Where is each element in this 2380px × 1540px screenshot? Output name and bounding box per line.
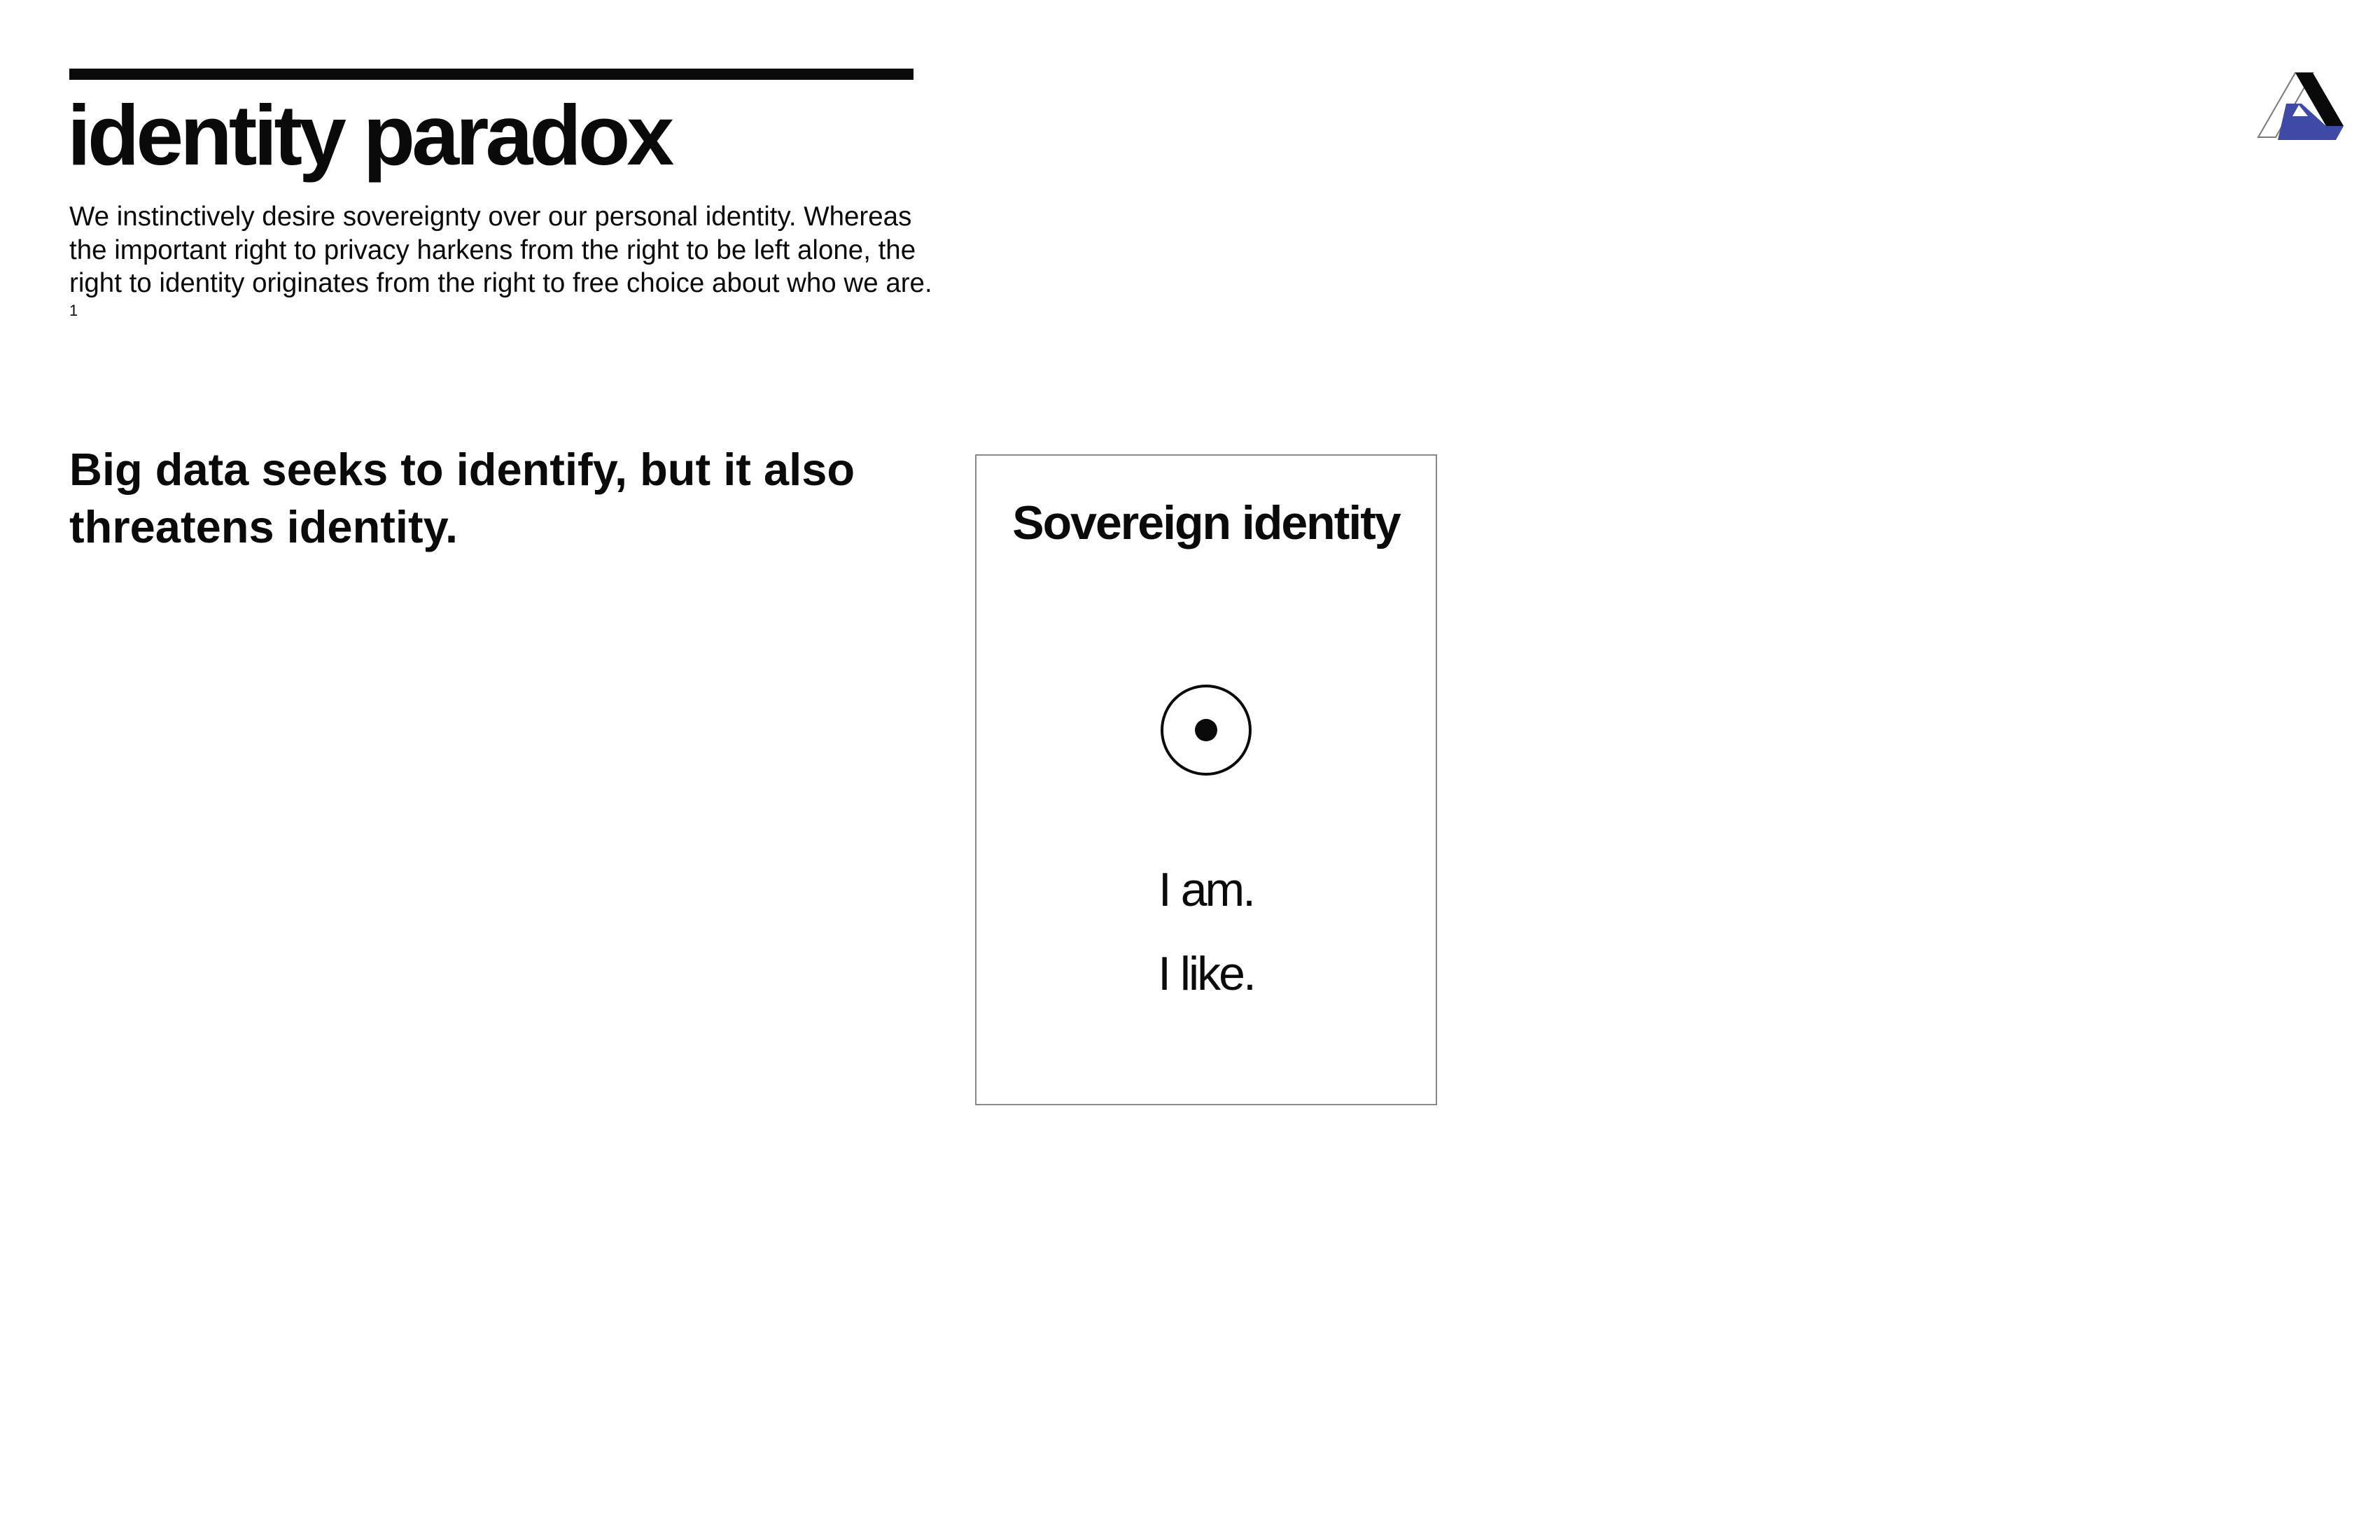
intro-paragraph: We instinctively desire sovereignty over… — [69, 200, 937, 333]
intro-text: We instinctively desire sovereignty over… — [69, 202, 932, 298]
card-line-i-like: I like. — [1158, 947, 1256, 1000]
footnote-marker: 1 — [69, 301, 78, 319]
page-title: identity paradox — [67, 88, 674, 183]
card-title: Sovereign identity — [1012, 496, 1401, 550]
key-statement: Big data seeks to identify, but it also … — [69, 444, 855, 552]
sovereign-identity-card: Sovereign identity I am. I like. — [975, 454, 1437, 1105]
title-rule — [69, 69, 913, 80]
target-icon — [1161, 685, 1252, 776]
triangle-logo-icon — [2257, 72, 2344, 140]
card-line-i-am: I am. — [1158, 863, 1256, 916]
